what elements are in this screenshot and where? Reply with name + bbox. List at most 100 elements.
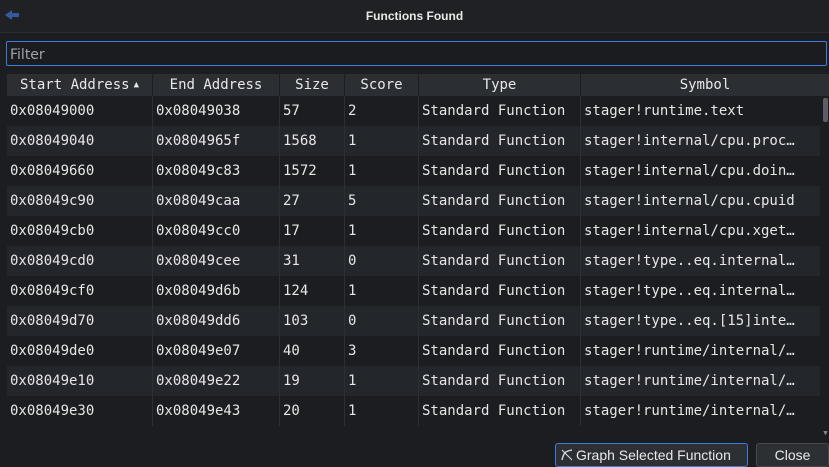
- cell-end-address: 0x08049e43: [153, 396, 280, 426]
- table-row[interactable]: 0x08049000 0x08049038 57 2 Standard Function…: [7, 96, 820, 126]
- cell-score: 1: [345, 156, 419, 186]
- dialog-title: Functions Found: [365, 9, 464, 23]
- table-row[interactable]: 0x08049de0 0x08049e07 40 3 Standard Function…: [7, 336, 820, 366]
- table-row[interactable]: 0x08049e30 0x08049e43 20 1 Standard Function…: [7, 396, 820, 426]
- cell-type: Standard Function: [419, 186, 581, 216]
- cell-size: 20: [280, 396, 345, 426]
- cell-end-address: 0x08049cc0: [153, 216, 280, 246]
- column-label: End Address: [169, 77, 263, 93]
- cell-score: 1: [345, 396, 419, 426]
- cell-type: Standard Function: [419, 156, 581, 186]
- column-label: Symbol: [679, 77, 731, 93]
- cell-end-address: 0x08049caa: [153, 186, 280, 216]
- cell-score: 2: [345, 96, 419, 126]
- table-row[interactable]: 0x08049cf0 0x08049d6b 124 1 Standard Functio…: [7, 276, 820, 306]
- graph-selected-function-button[interactable]: Graph Selected Function: [555, 443, 748, 467]
- cell-score: 1: [345, 216, 419, 246]
- cell-symbol: stager!type..eq.[15]inte…: [584, 313, 795, 329]
- cell-symbol: stager!type..eq.internal…: [584, 283, 795, 299]
- scroll-down-icon[interactable]: ▼: [822, 430, 829, 437]
- cell-size: 1568: [280, 126, 345, 156]
- cell-size: 103: [280, 306, 345, 336]
- cell-symbol: stager!internal/cpu.proc…: [584, 133, 795, 149]
- cell-type: Standard Function: [419, 276, 581, 306]
- cell-type: Standard Function: [419, 246, 581, 276]
- cell-size: 17: [280, 216, 345, 246]
- table-row[interactable]: 0x08049d70 0x08049dd6 103 0 Standard Functio…: [7, 306, 820, 336]
- cell-size: 1572: [280, 156, 345, 186]
- table-row[interactable]: 0x08049c90 0x08049caa 27 5 Standard Function…: [7, 186, 820, 216]
- column-end-address[interactable]: End Address: [153, 74, 280, 96]
- cell-end-address: 0x08049e22: [153, 366, 280, 396]
- cell-end-address: 0x08049038: [153, 96, 280, 126]
- cell-size: 124: [280, 276, 345, 306]
- cell-symbol: stager!runtime/internal/…: [584, 343, 795, 359]
- cell-type: Standard Function: [419, 216, 581, 246]
- column-type[interactable]: Type: [419, 74, 581, 96]
- cell-start-address: 0x08049040: [7, 126, 153, 156]
- cell-symbol: stager!internal/cpu.doin…: [584, 163, 795, 179]
- table-row[interactable]: 0x08049040 0x0804965f 1568 1 Standard Functi…: [7, 126, 820, 156]
- cell-end-address: 0x08049c83: [153, 156, 280, 186]
- cell-size: 57: [280, 96, 345, 126]
- cell-start-address: 0x08049e30: [7, 396, 153, 426]
- cell-start-address: 0x08049cb0: [7, 216, 153, 246]
- cell-symbol: stager!runtime.text: [584, 103, 745, 119]
- cell-end-address: 0x08049cee: [153, 246, 280, 276]
- column-start-address[interactable]: Start Address ▲: [7, 74, 153, 96]
- table-row[interactable]: 0x08049cb0 0x08049cc0 17 1 Standard Function…: [7, 216, 820, 246]
- column-symbol[interactable]: Symbol: [581, 74, 829, 96]
- cell-symbol: stager!internal/cpu.xget…: [584, 223, 795, 239]
- cell-start-address: 0x08049cf0: [7, 276, 153, 306]
- cell-symbol: stager!runtime/internal/…: [584, 403, 795, 419]
- cell-type: Standard Function: [419, 336, 581, 366]
- cell-symbol: stager!internal/cpu.cpuid: [584, 193, 795, 209]
- title-bar: Functions Found: [0, 0, 829, 33]
- cell-score: 0: [345, 306, 419, 336]
- cell-end-address: 0x08049dd6: [153, 306, 280, 336]
- cell-end-address: 0x08049e07: [153, 336, 280, 366]
- scrollbar-thumb[interactable]: [823, 98, 828, 122]
- column-size[interactable]: Size: [280, 74, 345, 96]
- cell-end-address: 0x08049d6b: [153, 276, 280, 306]
- cell-start-address: 0x08049de0: [7, 336, 153, 366]
- cell-start-address: 0x08049660: [7, 156, 153, 186]
- cell-size: 31: [280, 246, 345, 276]
- graph-icon: [561, 449, 573, 461]
- cell-score: 5: [345, 186, 419, 216]
- column-score[interactable]: Score: [345, 74, 419, 96]
- sort-ascending-icon: ▲: [133, 80, 139, 90]
- column-label: Score: [360, 77, 403, 93]
- table-row[interactable]: 0x08049660 0x08049c83 1572 1 Standard Functi…: [7, 156, 820, 186]
- cell-score: 3: [345, 336, 419, 366]
- table-row[interactable]: 0x08049e10 0x08049e22 19 1 Standard Function…: [7, 366, 820, 396]
- table-row[interactable]: 0x08049cd0 0x08049cee 31 0 Standard Function…: [7, 246, 820, 276]
- column-label: Start Address: [20, 77, 130, 93]
- filter-input[interactable]: Filter: [6, 41, 827, 66]
- cell-size: 27: [280, 186, 345, 216]
- cell-start-address: 0x08049cd0: [7, 246, 153, 276]
- cell-score: 0: [345, 246, 419, 276]
- cell-symbol: stager!runtime/internal/…: [584, 373, 795, 389]
- cell-size: 19: [280, 366, 345, 396]
- cell-score: 1: [345, 126, 419, 156]
- table-header: Start Address ▲ End Address Size Score Ty…: [7, 74, 829, 96]
- cell-start-address: 0x08049d70: [7, 306, 153, 336]
- cell-type: Standard Function: [419, 396, 581, 426]
- cell-start-address: 0x08049e10: [7, 366, 153, 396]
- cell-start-address: 0x08049c90: [7, 186, 153, 216]
- vertical-scrollbar[interactable]: ▼: [822, 96, 829, 436]
- cell-score: 1: [345, 276, 419, 306]
- cell-type: Standard Function: [419, 306, 581, 336]
- cell-symbol: stager!type..eq.internal…: [584, 253, 795, 269]
- cell-type: Standard Function: [419, 366, 581, 396]
- functions-table: Start Address ▲ End Address Size Score Ty…: [7, 74, 829, 436]
- cell-type: Standard Function: [419, 126, 581, 156]
- cell-start-address: 0x08049000: [7, 96, 153, 126]
- cell-end-address: 0x0804965f: [153, 126, 280, 156]
- cell-type: Standard Function: [419, 96, 581, 126]
- cell-score: 1: [345, 366, 419, 396]
- cell-size: 40: [280, 336, 345, 366]
- column-label: Type: [482, 77, 517, 93]
- close-button[interactable]: Close: [756, 443, 829, 467]
